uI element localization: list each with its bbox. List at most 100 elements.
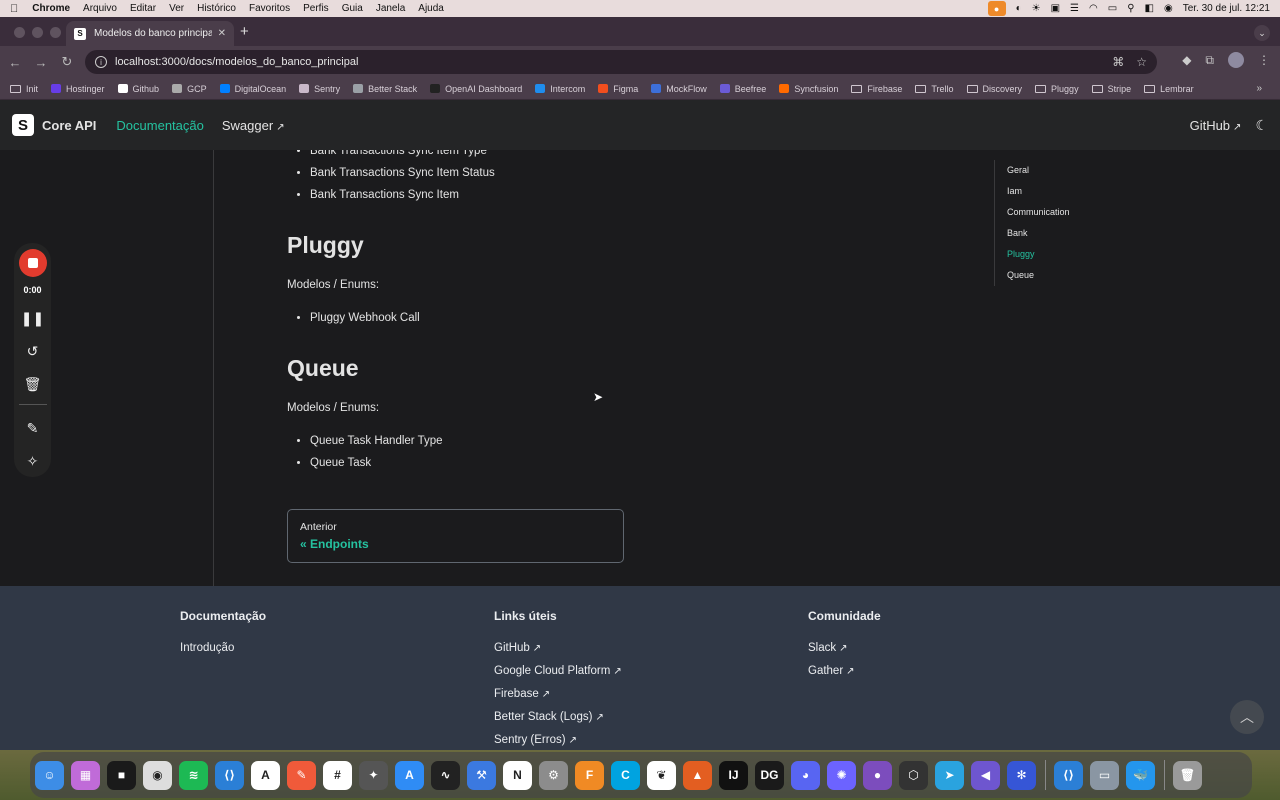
trash-icon[interactable]: 🗑 [24, 374, 42, 394]
nav-link-documentacao[interactable]: Documentação [116, 118, 203, 133]
dock-trash-icon[interactable]: 🗑 [1173, 760, 1202, 790]
bookmarks-overflow-icon[interactable]: » [1256, 83, 1262, 94]
dock-app-27-icon[interactable]: ◀ [971, 760, 1000, 790]
dark-mode-toggle-icon[interactable]: ☾ [1255, 117, 1268, 134]
pause-icon[interactable]: ❚❚ [21, 308, 44, 328]
bookmark-pluggy[interactable]: Pluggy [1035, 84, 1079, 94]
forward-icon[interactable]: → [28, 55, 54, 70]
bookmark-figma[interactable]: Figma [598, 84, 638, 94]
bookmark-trello[interactable]: Trello [915, 84, 954, 94]
nav-link-github[interactable]: GitHub ↗ [1190, 118, 1242, 133]
menu-item-janela[interactable]: Janela [376, 3, 405, 14]
menu-item-ver[interactable]: Ver [169, 3, 184, 14]
dock-slack-icon[interactable]: # [323, 760, 352, 790]
extensions-puzzle-icon[interactable]: ⧉ [1205, 53, 1214, 68]
bookmark-syncfusion[interactable]: Syncfusion [779, 84, 838, 94]
dock-fusion-icon[interactable]: F [575, 760, 604, 790]
dock-xcode-icon[interactable]: ⚒ [467, 760, 496, 790]
restart-icon[interactable]: ↺ [27, 341, 39, 361]
nav-link-swagger[interactable]: Swagger ↗ [222, 118, 285, 133]
display-icon[interactable]: ▣ [1051, 3, 1060, 14]
dock-activity-monitor-icon[interactable]: ∿ [431, 760, 460, 790]
dock-discord-icon[interactable]: ◕ [791, 760, 820, 790]
footer-link[interactable]: Better Stack (Logs) ↗ [494, 706, 622, 729]
minimize-window-button[interactable] [32, 27, 43, 38]
extension-icon[interactable]: ◆ [1182, 53, 1191, 67]
dock-app-17-icon[interactable]: C [611, 760, 640, 790]
menu-item-editar[interactable]: Editar [130, 3, 156, 14]
menu-item-historico[interactable]: Histórico [197, 3, 236, 14]
spotlight-icon[interactable]: ⚲ [1127, 3, 1134, 14]
toc-item-bank[interactable]: Bank [1007, 223, 1194, 244]
microphone-icon[interactable]: ● [987, 1, 1006, 16]
scroll-to-top-button[interactable]: ︿ [1230, 700, 1264, 734]
menu-item-favoritos[interactable]: Favoritos [249, 3, 290, 14]
menu-extra-icon[interactable]: ☰ [1070, 3, 1079, 14]
dock-app-8-icon[interactable]: ✎ [287, 760, 316, 790]
zoom-window-button[interactable] [50, 27, 61, 38]
heading-queue[interactable]: Queue [287, 355, 847, 382]
bookmark-intercom[interactable]: Intercom [535, 84, 585, 94]
bookmark-mockflow[interactable]: MockFlow [651, 84, 707, 94]
bookmark-beefree[interactable]: Beefree [719, 84, 766, 94]
bookmark-hostinger[interactable]: Hostinger [51, 84, 105, 94]
toc-item-iam[interactable]: Iam [1007, 181, 1194, 202]
translate-icon[interactable]: ⌘ [1112, 55, 1124, 69]
toc-item-pluggy[interactable]: Pluggy [1007, 244, 1194, 265]
dock-mongodb-icon[interactable]: ❦ [647, 760, 676, 790]
dock-app-28-icon[interactable]: ✻ [1007, 760, 1036, 790]
wifi-icon[interactable]: ◠ [1089, 3, 1098, 14]
bookmark-github[interactable]: Github [117, 84, 159, 94]
footer-link[interactable]: GitHub ↗ [494, 637, 622, 660]
apple-icon[interactable]:  [10, 3, 18, 15]
bookmark-discovery[interactable]: Discovery [966, 84, 1022, 94]
dock-app-store-icon[interactable]: A [395, 760, 424, 790]
site-logo[interactable]: S [12, 114, 34, 136]
dock-app-3-icon[interactable]: ■ [107, 760, 136, 790]
footer-link[interactable]: Sentry (Erros) ↗ [494, 729, 622, 752]
dock-app-23-icon[interactable]: ✺ [827, 760, 856, 790]
dock-docker-icon[interactable]: 🐳 [1126, 760, 1155, 790]
dock-app-24-icon[interactable]: ● [863, 760, 892, 790]
bookmark-gcp[interactable]: GCP [172, 84, 207, 94]
dock-app-7-icon[interactable]: A [251, 760, 280, 790]
brightness-icon[interactable]: ☀ [1032, 3, 1041, 14]
profile-avatar[interactable] [1228, 52, 1244, 68]
toc-item-communication[interactable]: Communication [1007, 202, 1194, 223]
dock-app-30-icon[interactable]: ▭ [1090, 760, 1119, 790]
dock-launchpad-icon[interactable]: ▦ [71, 760, 100, 790]
footer-link[interactable]: Google Cloud Platform ↗ [494, 660, 622, 683]
bookmark-stripe[interactable]: Stripe [1091, 84, 1131, 94]
dock-finder-icon[interactable]: ☺ [35, 760, 64, 790]
menu-item-guia[interactable]: Guia [342, 3, 363, 14]
reload-icon[interactable]: ↻ [54, 54, 80, 70]
heading-pluggy[interactable]: Pluggy [287, 232, 847, 259]
dock-matlab-icon[interactable]: ▲ [683, 760, 712, 790]
clock[interactable]: Ter. 30 de jul. 12:21 [1183, 3, 1270, 14]
bookmark-init[interactable]: Init [10, 84, 38, 94]
new-tab-icon[interactable]: + [240, 23, 249, 40]
control-center-icon[interactable]: ◧ [1145, 3, 1154, 14]
effects-wand-icon[interactable]: ✧ [27, 451, 39, 471]
footer-link[interactable]: Gather ↗ [808, 660, 881, 683]
footer-link[interactable]: Slack ↗ [808, 637, 881, 660]
toc-item-queue[interactable]: Queue [1007, 265, 1194, 286]
dock-notion-icon[interactable]: N [503, 760, 532, 790]
battery-icon[interactable]: ▭ [1108, 3, 1117, 14]
menu-item-ajuda[interactable]: Ajuda [418, 3, 444, 14]
back-icon[interactable]: ← [2, 55, 28, 70]
menu-app-name[interactable]: Chrome [32, 3, 70, 14]
bookmark-star-icon[interactable]: ☆ [1136, 55, 1147, 69]
status-icon[interactable]: ◐ [1016, 3, 1022, 14]
dock-vscode-2-icon[interactable]: ⟨⟩ [1054, 760, 1083, 790]
bookmark-firebase[interactable]: Firebase [851, 84, 902, 94]
address-bar[interactable]: i localhost:3000/docs/modelos_do_banco_p… [85, 50, 1157, 74]
menu-item-arquivo[interactable]: Arquivo [83, 3, 117, 14]
tab-search-icon[interactable]: ⌄ [1254, 25, 1270, 41]
dock-spotify-icon[interactable]: ≋ [179, 760, 208, 790]
bookmark-sentry[interactable]: Sentry [299, 84, 340, 94]
url-text[interactable]: localhost:3000/docs/modelos_do_banco_pri… [115, 56, 358, 68]
dock-app-10-icon[interactable]: ✦ [359, 760, 388, 790]
dock-vscode-icon[interactable]: ⟨⟩ [215, 760, 244, 790]
bookmark-better-stack[interactable]: Better Stack [353, 84, 417, 94]
